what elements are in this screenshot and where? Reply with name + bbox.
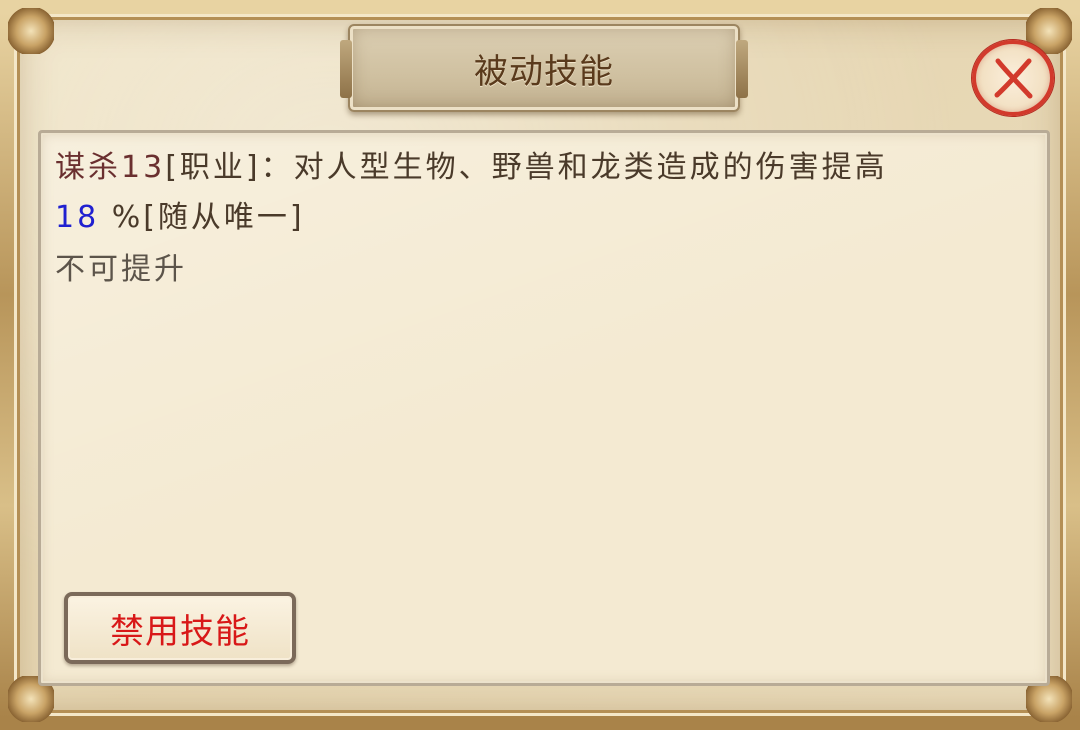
- close-x-icon: [994, 58, 1033, 99]
- skill-name: 谋杀13: [55, 150, 166, 185]
- title-plate: 被动技能: [340, 24, 748, 112]
- disable-skill-button[interactable]: 禁用技能: [64, 592, 296, 664]
- skill-description-line-2: 18 %[随从唯一]: [55, 199, 305, 237]
- upgrade-status: 不可提升: [55, 252, 187, 287]
- corner-ornament: [8, 8, 54, 54]
- skill-value: 18: [55, 200, 100, 235]
- close-button[interactable]: [972, 40, 1054, 116]
- disable-skill-label: 禁用技能: [110, 611, 250, 652]
- skill-effect-text: [职业]：对人型生物、野兽和龙类造成的伤害提高: [165, 150, 888, 185]
- dialog-title: 被动技能: [474, 51, 614, 92]
- skill-value-suffix: %[随从唯一]: [99, 200, 305, 235]
- skill-description-line-1: 谋杀13[职业]：对人型生物、野兽和龙类造成的伤害提高: [55, 149, 888, 187]
